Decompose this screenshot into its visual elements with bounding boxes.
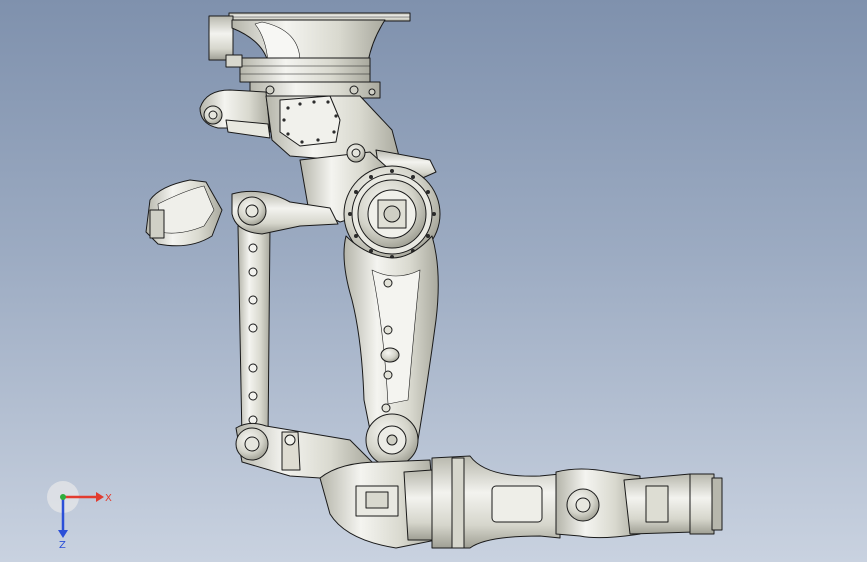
upper-arm xyxy=(343,235,439,441)
base-housing xyxy=(208,15,386,83)
counterweight xyxy=(145,179,223,247)
wrist-housing xyxy=(319,459,437,549)
cad-viewport[interactable]: X Z xyxy=(0,0,867,562)
axis-triad: X Z xyxy=(47,481,112,548)
robot-arm-model[interactable] xyxy=(0,0,867,562)
z-axis-label: Z xyxy=(59,540,66,548)
elbow-joint xyxy=(365,413,419,467)
end-effector xyxy=(555,468,723,539)
forearm-tube xyxy=(431,455,561,549)
parallel-link xyxy=(237,225,271,441)
y-axis-dot xyxy=(60,494,66,500)
x-axis-label: X xyxy=(105,493,112,504)
counterbalance-bracket xyxy=(199,89,271,139)
